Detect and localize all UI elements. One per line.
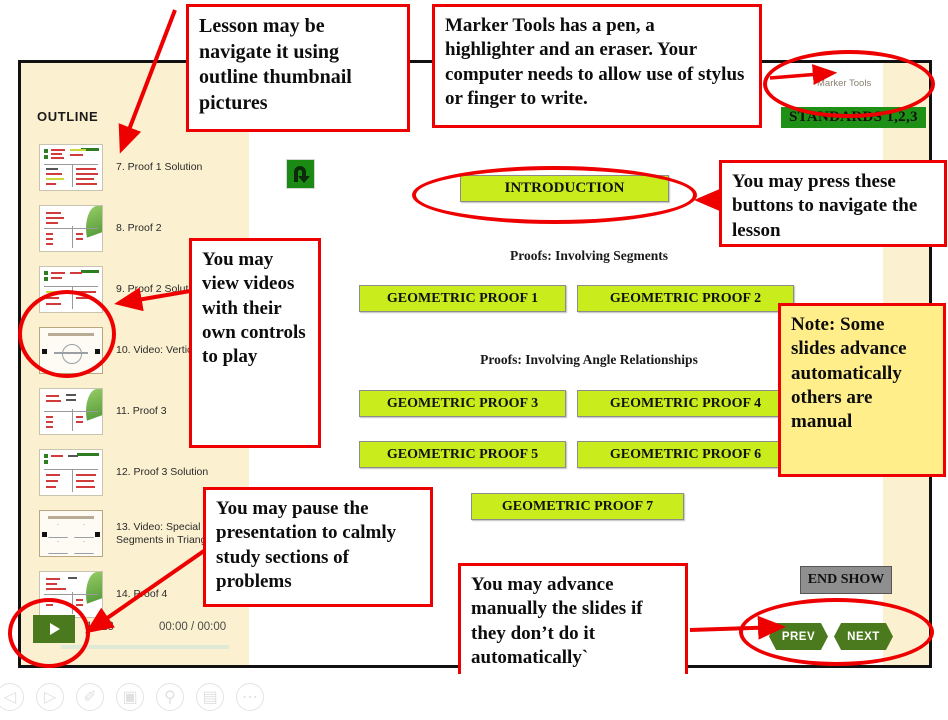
slide-counter: 4 / 23 [85,621,114,633]
geometric-proof-2-button[interactable]: GEOMETRIC PROOF 2 [577,285,794,312]
player-control-bar: 4 / 23 00:00 / 00:00 ↻⤡ [21,607,305,665]
slide-thumbnail[interactable] [39,205,103,252]
geometric-proof-7-button[interactable]: GEOMETRIC PROOF 7 [471,493,684,520]
geometric-proof-4-button[interactable]: GEOMETRIC PROOF 4 [577,390,794,417]
outline-item-7[interactable]: 7. Proof 1 Solution [21,137,249,198]
introduction-button[interactable]: INTRODUCTION [460,175,669,202]
outline-item-label: 14. Proof 4 [116,588,168,601]
callout-auto-advance-note: Note: Some slides advance automatically … [778,303,946,477]
geometric-proof-3-button[interactable]: GEOMETRIC PROOF 3 [359,390,566,417]
forward-icon[interactable]: ▷ [36,683,64,711]
u-turn-arrow-icon[interactable] [286,159,315,189]
slide-thumbnail[interactable] [39,388,103,435]
callout-navigate-buttons: You may press these buttons to navigate … [719,160,947,247]
outline-item-label: 10. Video: Vertical [116,344,201,357]
pen-icon[interactable]: ✐ [76,683,104,711]
back-icon[interactable]: ◁ [0,683,24,711]
outline-item-label: 12. Proof 3 Solution [116,466,209,479]
slides-grid-icon[interactable]: ▣ [116,683,144,711]
standards-badge: STANDARDS 1,2,3 [781,107,926,128]
callout-marker-tools: Marker Tools has a pen, a highlighter an… [432,4,762,128]
video-thumbnail[interactable] [39,327,103,374]
captions-icon[interactable]: ▤ [196,683,224,711]
outline-item-label: 11. Proof 3 [116,405,167,418]
geometric-proof-6-button[interactable]: GEOMETRIC PROOF 6 [577,441,794,468]
outline-item-label: 8. Proof 2 [116,222,162,235]
callout-advance-manually: You may advance manually the slides if t… [458,563,688,691]
play-button[interactable] [33,615,75,643]
slide-thumbnail[interactable] [39,266,103,313]
search-icon[interactable]: ⚲ [156,683,184,711]
slide-thumbnail[interactable] [39,449,103,496]
geometric-proof-1-button[interactable]: GEOMETRIC PROOF 1 [359,285,566,312]
os-bottom-toolbar: ◁ ▷ ✐ ▣ ⚲ ▤ ⋯ [0,674,948,720]
outline-item-label: 7. Proof 1 Solution [116,161,203,174]
callout-outline-navigation: Lesson may be navigate it using outline … [186,4,410,132]
geometric-proof-5-button[interactable]: GEOMETRIC PROOF 5 [359,441,566,468]
next-button[interactable]: NEXT [834,623,893,650]
callout-pause-presentation: You may pause the presentation to calmly… [203,487,433,607]
slide-thumbnail[interactable] [39,144,103,191]
callout-video-controls: You may view videos with their own contr… [189,238,321,448]
prev-button[interactable]: PREV [769,623,828,650]
progress-bar[interactable] [61,645,229,649]
more-options-icon[interactable]: ⋯ [236,683,264,711]
time-display: 00:00 / 00:00 [159,621,227,633]
heading-segments: Proofs: Involving Segments [509,248,668,263]
play-triangle-icon [50,623,60,635]
end-show-button[interactable]: END SHOW [800,566,892,594]
outline-title: OUTLINE [37,109,99,124]
marker-tools-label[interactable]: Marker Tools [817,78,871,89]
video-thumbnail[interactable] [39,510,103,557]
